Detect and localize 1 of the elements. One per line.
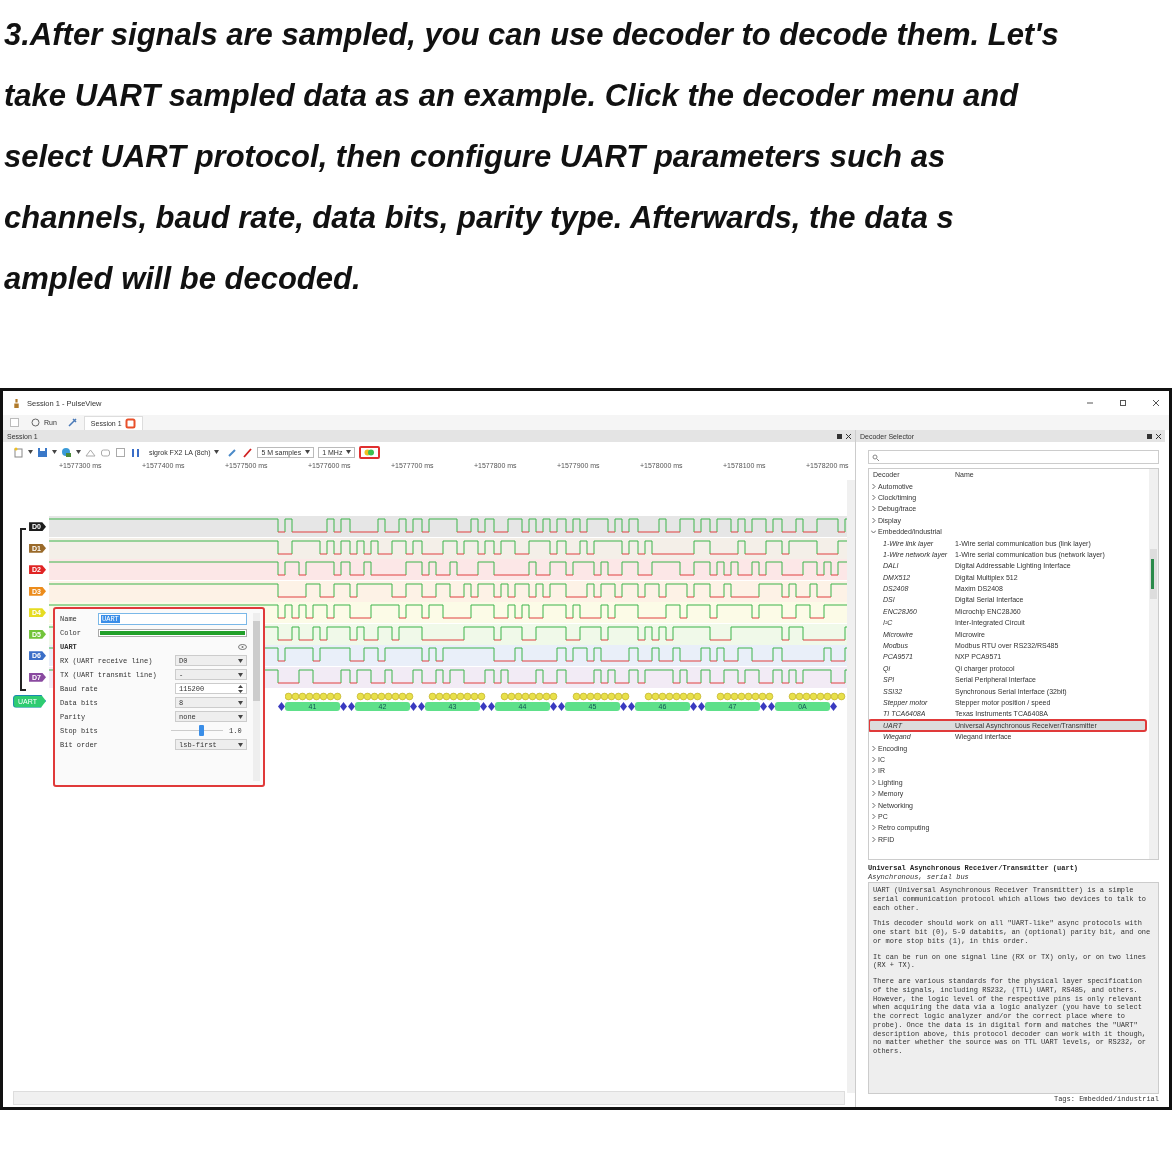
instruction-text: 3.After signals are sampled, you can use decoder to decode them. Let's take UART sampled data as an example. Click the decoder menu and select UART protocol, then configure UART parameters such as channels, baud rate, data bits, parity type. Afterwards, the data s ampled will be decoded.	[4, 16, 1060, 298]
